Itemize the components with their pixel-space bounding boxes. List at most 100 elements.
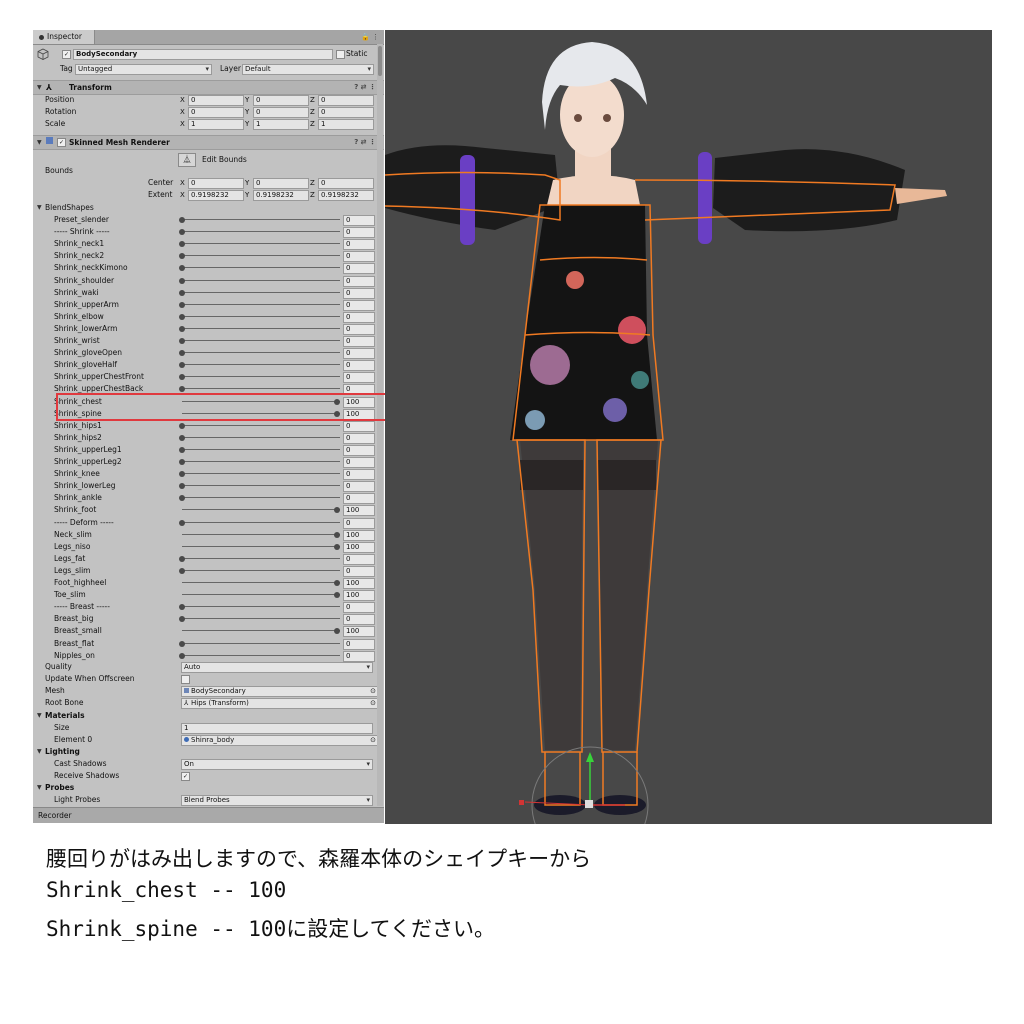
blendshape-slider-handle[interactable] [179, 471, 185, 478]
quality-dropdown[interactable]: Auto [181, 662, 373, 673]
transform-scale-y-field[interactable]: 1 [253, 119, 309, 130]
blendshape-slider-handle[interactable] [179, 652, 185, 659]
blendshape-slider-track[interactable] [182, 291, 340, 293]
blendshape-value-field[interactable]: 0 [343, 565, 375, 577]
blendshape-slider-track[interactable] [182, 582, 340, 583]
blendshape-slider-track[interactable] [182, 521, 340, 523]
blendshape-slider-track[interactable] [182, 352, 340, 354]
blendshape-value-field[interactable]: 0 [343, 553, 375, 565]
transform-header[interactable]: ▼ ⅄ Transform ? ⇄ ⋮ [33, 80, 384, 95]
blendshape-slider-handle[interactable] [334, 410, 340, 417]
blendshape-slider-handle[interactable] [179, 265, 185, 272]
blendshape-value-field[interactable]: 0 [343, 384, 375, 396]
transform-rotation-y-field[interactable]: 0 [253, 107, 309, 118]
blendshape-value-field[interactable]: 0 [343, 638, 375, 650]
bounds-extent-z-field[interactable]: 0.9198232 [318, 190, 374, 201]
foldout-arrow-icon[interactable]: ▼ [37, 202, 42, 214]
blendshape-slider-track[interactable] [182, 255, 340, 257]
smr-enabled-checkbox[interactable]: ✓ [57, 138, 66, 147]
blendshape-value-field[interactable]: 0 [343, 602, 375, 614]
blendshape-value-field[interactable]: 0 [343, 323, 375, 335]
static-checkbox[interactable] [336, 50, 345, 59]
blendshape-slider-track[interactable] [182, 412, 340, 414]
blendshape-slider-track[interactable] [182, 485, 340, 487]
blendshape-slider-track[interactable] [182, 497, 340, 499]
transform-position-z-field[interactable]: 0 [318, 95, 374, 106]
blendshape-value-field[interactable]: 100 [343, 590, 375, 602]
blendshape-slider-track[interactable] [182, 340, 340, 341]
blendshape-slider-handle[interactable] [179, 446, 185, 453]
blendshape-value-field[interactable]: 0 [343, 457, 375, 468]
object-picker-icon[interactable]: ⊙ [370, 699, 376, 708]
blendshape-value-field[interactable]: 0 [343, 348, 375, 360]
blendshape-value-field[interactable]: 0 [343, 444, 375, 456]
blendshape-slider-handle[interactable] [179, 616, 185, 623]
tag-dropdown[interactable]: Untagged [75, 64, 212, 75]
blendshape-slider-track[interactable] [182, 376, 340, 378]
blendshape-slider-track[interactable] [182, 364, 340, 366]
blendshape-slider-track[interactable] [182, 315, 340, 317]
blendshape-value-field[interactable]: 0 [343, 336, 375, 347]
scene-viewport[interactable] [385, 30, 992, 824]
blendshape-value-field[interactable]: 0 [343, 420, 375, 432]
update-offscreen-checkbox[interactable] [181, 675, 190, 684]
transform-scale-z-field[interactable]: 1 [318, 119, 374, 130]
blendshape-slider-handle[interactable] [179, 567, 185, 574]
foldout-arrow-icon[interactable]: ▼ [37, 81, 42, 94]
blendshape-value-field[interactable]: 100 [343, 529, 375, 541]
blendshape-slider-handle[interactable] [179, 241, 185, 248]
blendshape-slider-handle[interactable] [334, 398, 340, 405]
blendshape-value-field[interactable]: 100 [343, 578, 375, 589]
inspector-scrollbar-thumb[interactable] [378, 46, 382, 76]
mesh-field[interactable]: BodySecondary ⊙ [181, 686, 380, 697]
blendshape-slider-handle[interactable] [179, 325, 185, 332]
foldout-arrow-icon[interactable]: ▼ [37, 710, 42, 722]
bounds-center-z-field[interactable]: 0 [318, 178, 374, 189]
blendshape-slider-track[interactable] [182, 388, 340, 390]
lock-icon[interactable]: 🔒 ⋮ [361, 30, 379, 44]
blendshape-slider-handle[interactable] [179, 374, 185, 381]
blendshape-slider-track[interactable] [182, 231, 340, 233]
blendshape-slider-handle[interactable] [179, 495, 185, 502]
blendshape-slider-handle[interactable] [334, 507, 340, 514]
blendshape-slider-track[interactable] [182, 594, 340, 596]
blendshape-slider-handle[interactable] [334, 628, 340, 635]
blendshape-value-field[interactable]: 0 [343, 251, 375, 263]
blendshape-value-field[interactable]: 100 [343, 626, 375, 638]
help-settings-icons[interactable]: ? ⇄ ⋮ [354, 81, 376, 94]
foldout-arrow-icon[interactable]: ▼ [37, 746, 42, 758]
layer-dropdown[interactable]: Default [242, 64, 374, 75]
object-picker-icon[interactable]: ⊙ [370, 687, 376, 696]
blendshape-slider-track[interactable] [182, 448, 340, 450]
blendshape-slider-track[interactable] [182, 618, 340, 620]
blendshape-value-field[interactable]: 0 [343, 275, 375, 287]
blendshape-slider-track[interactable] [182, 436, 340, 438]
bounds-center-x-field[interactable]: 0 [188, 178, 244, 189]
blendshape-slider-track[interactable] [182, 569, 340, 571]
blendshape-slider-handle[interactable] [334, 543, 340, 550]
blendshape-value-field[interactable]: 0 [343, 469, 375, 481]
blendshape-value-field[interactable]: 100 [343, 408, 375, 420]
blendshape-slider-handle[interactable] [334, 531, 340, 538]
blendshape-value-field[interactable]: 0 [343, 263, 375, 275]
materials-header[interactable]: ▼ Materials [33, 710, 384, 722]
receive-shadows-checkbox[interactable]: ✓ [181, 772, 190, 781]
cast-shadows-dropdown[interactable]: On [181, 759, 373, 770]
blendshape-value-field[interactable]: 0 [343, 432, 375, 444]
blendshape-slider-handle[interactable] [179, 422, 185, 429]
blendshape-slider-track[interactable] [182, 654, 340, 656]
blendshape-slider-handle[interactable] [179, 434, 185, 441]
smr-header[interactable]: ▼ ✓ Skinned Mesh Renderer ? ⇄ ⋮ [33, 135, 384, 150]
blendshape-slider-handle[interactable] [179, 338, 185, 344]
blendshape-slider-handle[interactable] [179, 362, 185, 369]
blendshape-value-field[interactable]: 0 [343, 287, 375, 299]
blendshape-slider-handle[interactable] [179, 253, 185, 260]
transform-position-y-field[interactable]: 0 [253, 95, 309, 106]
foldout-arrow-icon[interactable]: ▼ [37, 136, 42, 149]
blendshape-slider-track[interactable] [182, 219, 340, 220]
light-probes-dropdown[interactable]: Blend Probes [181, 795, 373, 806]
bounds-extent-y-field[interactable]: 0.9198232 [253, 190, 309, 201]
blendshape-slider-track[interactable] [182, 509, 340, 511]
blendshape-slider-handle[interactable] [334, 592, 340, 599]
bounds-center-y-field[interactable]: 0 [253, 178, 309, 189]
